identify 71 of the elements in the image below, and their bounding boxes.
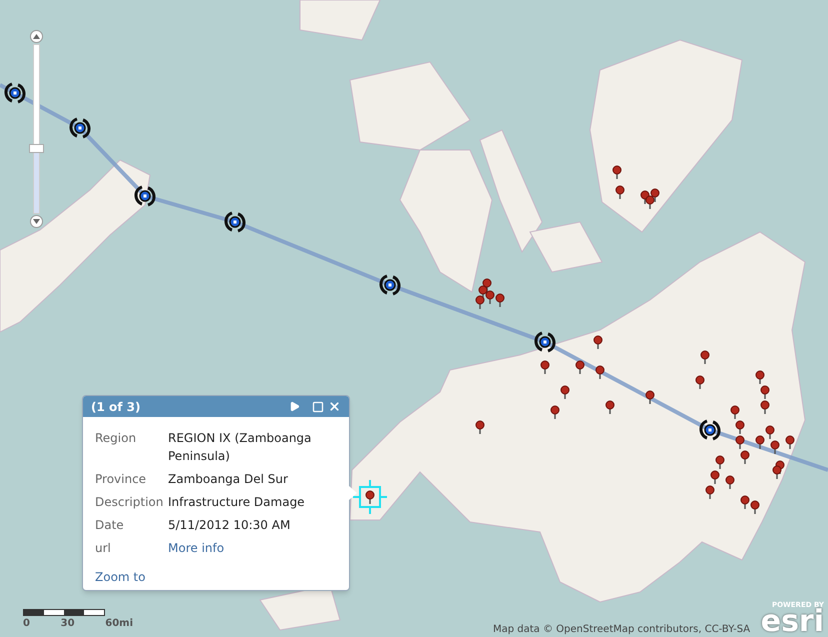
map-pin-icon[interactable]: [756, 370, 764, 384]
map-pin-icon[interactable]: [476, 296, 484, 309]
field-label: Region: [95, 430, 138, 447]
map-pin-icon[interactable]: [706, 486, 714, 499]
map-pin-icon[interactable]: [650, 188, 660, 202]
map-attribution: Map data © OpenStreetMap contributors, CC-BY-SA: [493, 623, 750, 637]
field-label: Date: [95, 517, 125, 534]
map-pin-icon[interactable]: [740, 450, 750, 464]
map-pin-icon[interactable]: [366, 490, 374, 504]
field-value: Zamboanga Del Sur: [168, 471, 288, 488]
zoom-slider-thumb[interactable]: [28, 144, 44, 153]
map-pin-icon[interactable]: [736, 420, 744, 434]
selection-crosshair-icon: [353, 480, 387, 514]
map-pin-icon[interactable]: [740, 496, 750, 509]
map-pin-icon[interactable]: [756, 436, 764, 449]
map-pin-icon[interactable]: [646, 390, 654, 404]
map-pin-icon[interactable]: [594, 336, 602, 349]
map-pin-icon[interactable]: [540, 360, 550, 374]
map-pin-icon[interactable]: [750, 500, 760, 514]
field-value: 5/11/2012 10:30 AM: [168, 517, 290, 534]
map-pin-icon[interactable]: [486, 290, 494, 304]
field-value: REGION IX (Zamboanga Peninsula): [168, 430, 312, 465]
map-pin-icon[interactable]: [766, 426, 774, 439]
map-pin-icon[interactable]: [730, 406, 740, 419]
next-icon[interactable]: [289, 401, 300, 412]
zoom-slider[interactable]: [28, 44, 44, 214]
map-pin-icon[interactable]: [646, 196, 654, 209]
scale-label: 0: [23, 617, 30, 631]
scale-label: 60mi: [105, 617, 133, 631]
logo-wordmark: esri: [760, 609, 824, 635]
zoom-out-button[interactable]: [30, 215, 42, 228]
map-pin-icon[interactable]: [560, 386, 570, 399]
more-info-link[interactable]: More info: [168, 539, 224, 557]
hurricane-icon: [4, 82, 26, 104]
map-pin-icon[interactable]: [772, 466, 782, 479]
map-pin-icon[interactable]: [760, 386, 770, 399]
popup-title: (1 of 3): [91, 398, 142, 416]
map-pin-icon[interactable]: [576, 360, 584, 374]
map-pin-icon[interactable]: [770, 440, 780, 454]
hurricane-icon: [134, 186, 156, 206]
map-pin-icon[interactable]: [716, 456, 724, 469]
map-pin-icon[interactable]: [550, 406, 560, 419]
caret-up-icon: [32, 34, 40, 39]
map-pin-icon[interactable]: [700, 350, 710, 364]
zoom-in-button[interactable]: [30, 30, 42, 43]
map-pin-icon[interactable]: [606, 400, 614, 414]
map-pin-icon[interactable]: [736, 436, 744, 449]
map-pin-icon[interactable]: [596, 366, 604, 379]
hurricane-icon: [380, 274, 400, 296]
map-pin-icon[interactable]: [760, 400, 770, 414]
field-value: Infrastructure Damage: [168, 494, 305, 511]
hurricane-icon: [70, 118, 90, 138]
hurricane-icon: [534, 332, 556, 352]
maximize-icon[interactable]: [312, 400, 324, 412]
map-pin-icon[interactable]: [612, 166, 622, 179]
caret-down-icon: [32, 219, 40, 224]
scale-label: 30: [60, 617, 75, 631]
field-label: url: [95, 540, 112, 557]
map-pin-icon[interactable]: [696, 376, 704, 389]
field-label: Province: [95, 471, 148, 488]
map-pin-icon[interactable]: [726, 476, 734, 489]
map-pin-icon[interactable]: [786, 436, 794, 449]
hurricane-icon: [700, 420, 720, 440]
zoom-to-link[interactable]: Zoom to: [83, 568, 349, 590]
map-pin-icon[interactable]: [710, 470, 720, 484]
map-pin-icon[interactable]: [496, 294, 504, 307]
map-pin-icon[interactable]: [476, 420, 484, 434]
close-icon[interactable]: [328, 400, 341, 413]
hurricane-icon: [224, 212, 246, 232]
map-pin-icon[interactable]: [616, 186, 624, 199]
field-label: Description: [95, 494, 164, 511]
